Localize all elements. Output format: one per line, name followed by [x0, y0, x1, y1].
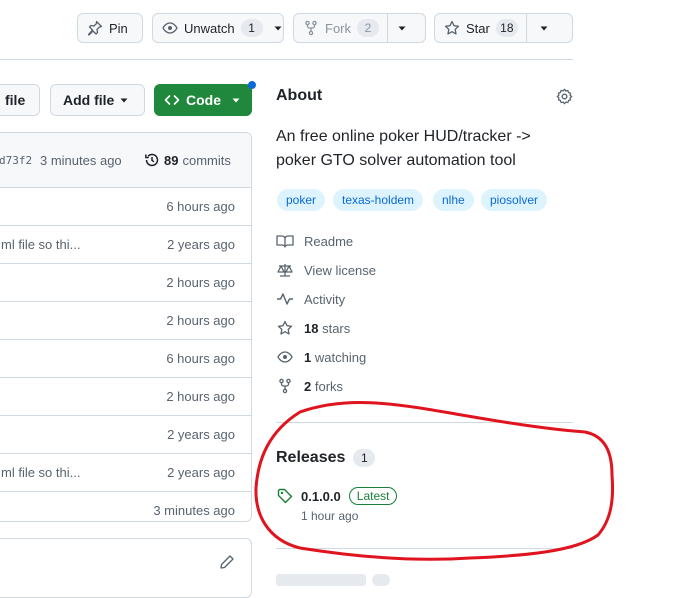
fork-icon	[276, 378, 294, 394]
topic-nlhe[interactable]: nlhe	[433, 189, 474, 211]
commit-age: 6 hours ago	[166, 351, 235, 366]
code-button[interactable]: Code	[154, 84, 252, 116]
commit-message[interactable]: ml file so thi...	[1, 237, 80, 252]
readme-label: Readme	[304, 233, 354, 249]
star-count: 18	[495, 19, 518, 37]
tag-icon	[277, 488, 293, 504]
commit-age: 2 hours ago	[166, 275, 235, 290]
header-divider	[0, 59, 573, 60]
watching-link[interactable]: 1 watching	[276, 349, 366, 365]
releases-title: Releases	[276, 449, 346, 466]
latest-commit-bar: d73f2 3 minutes ago 89 commits	[0, 133, 251, 188]
readme-link[interactable]: Readme	[276, 233, 353, 249]
star-icon	[444, 20, 460, 36]
go-to-file-button[interactable]: file	[0, 84, 40, 116]
table-row[interactable]: 2 hours ago	[0, 378, 251, 416]
releases-divider	[276, 548, 573, 549]
commit-age: 2 years ago	[167, 237, 235, 252]
file-list: d73f2 3 minutes ago 89 commits 6 hours a…	[0, 132, 252, 522]
next-section-title	[276, 574, 366, 586]
license-link[interactable]: View license	[276, 262, 376, 278]
add-file-label: Add file	[63, 92, 115, 108]
watching-count: 1	[304, 349, 312, 365]
commit-hash[interactable]: d73f2	[0, 154, 32, 167]
eye-icon	[276, 349, 294, 365]
about-divider	[276, 422, 573, 423]
notification-dot	[248, 81, 256, 89]
topic-piosolver[interactable]: piosolver	[481, 189, 548, 211]
topic-poker[interactable]: poker	[277, 189, 326, 211]
history-icon	[144, 152, 160, 168]
fork-label: Fork	[325, 20, 351, 36]
watching-label: watching	[314, 349, 367, 365]
code-label: Code	[186, 92, 221, 108]
table-row[interactable]: 2 years ago	[0, 416, 251, 454]
fork-dropdown-icon[interactable]	[397, 23, 407, 33]
commit-age: 2 years ago	[167, 465, 235, 480]
stars-label: stars	[322, 320, 351, 336]
code-chevron-icon	[231, 95, 241, 105]
unwatch-button[interactable]: Unwatch 1	[152, 13, 284, 43]
gear-icon[interactable]	[556, 88, 573, 105]
commit-message[interactable]: ml file so thi...	[1, 465, 80, 480]
chevron-down-icon	[273, 23, 283, 33]
release-time: 1 hour ago	[301, 509, 359, 523]
commits-link[interactable]: 89 commits	[144, 152, 231, 168]
pin-label: Pin	[109, 20, 128, 36]
table-row[interactable]: 2 hours ago	[0, 302, 251, 340]
forks-label: forks	[314, 378, 344, 394]
commit-age: 3 minutes ago	[153, 503, 235, 518]
star-label: Star	[466, 20, 490, 36]
pin-button[interactable]: Pin	[77, 13, 143, 43]
stars-count: 18	[304, 320, 319, 336]
repo-description: An free online poker HUD/tracker -> poke…	[276, 128, 531, 169]
releases-count: 1	[353, 449, 376, 467]
commit-time: 3 minutes ago	[40, 153, 122, 168]
add-file-button[interactable]: Add file	[50, 84, 145, 116]
stars-link[interactable]: 18 stars	[276, 320, 350, 336]
release-item[interactable]: 0.1.0.0 Latest	[277, 487, 398, 505]
commit-age: 2 hours ago	[166, 389, 235, 404]
star-dropdown-icon[interactable]	[539, 23, 549, 33]
law-icon	[276, 262, 294, 278]
pencil-icon[interactable]	[219, 554, 235, 570]
forks-link[interactable]: 2 forks	[276, 378, 343, 394]
readme-box	[0, 538, 252, 598]
fork-count: 2	[357, 19, 379, 37]
commit-age: 2 years ago	[167, 427, 235, 442]
table-row[interactable]: ml file so thi... 2 years ago	[0, 226, 251, 264]
code-icon	[164, 92, 180, 108]
license-label: View license	[304, 262, 377, 278]
about-title: About	[276, 87, 323, 104]
table-row[interactable]: ml file so thi... 2 years ago	[0, 454, 251, 492]
releases-header[interactable]: Releases 1	[276, 449, 376, 467]
unwatch-label: Unwatch	[184, 20, 235, 36]
table-row[interactable]: 6 hours ago	[0, 340, 251, 378]
commits-count: 89	[164, 152, 179, 168]
release-tag[interactable]: 0.1.0.0	[301, 489, 341, 504]
commits-label: commits	[182, 152, 231, 168]
activity-link[interactable]: Activity	[276, 291, 345, 307]
topic-texas-holdem[interactable]: texas-holdem	[333, 189, 424, 211]
activity-label: Activity	[304, 291, 346, 307]
table-row[interactable]: 3 minutes ago	[0, 492, 251, 521]
table-row[interactable]: 2 hours ago	[0, 264, 251, 302]
table-row[interactable]: 6 hours ago	[0, 188, 251, 226]
fork-icon	[303, 20, 319, 36]
forks-count: 2	[304, 378, 312, 394]
star-button[interactable]: Star 18	[434, 13, 573, 43]
book-icon	[276, 233, 294, 249]
eye-icon	[162, 20, 178, 36]
go-to-file-label: file	[5, 92, 26, 108]
latest-badge: Latest	[348, 487, 398, 505]
pin-icon	[87, 20, 103, 36]
star-outline-icon	[276, 320, 294, 336]
next-section-count	[372, 574, 390, 586]
add-file-chevron-icon	[119, 95, 129, 105]
commit-age: 6 hours ago	[166, 199, 235, 214]
pulse-icon	[276, 291, 294, 307]
commit-age: 2 hours ago	[166, 313, 235, 328]
unwatch-count: 1	[240, 19, 263, 37]
fork-button[interactable]: Fork 2	[293, 13, 426, 43]
